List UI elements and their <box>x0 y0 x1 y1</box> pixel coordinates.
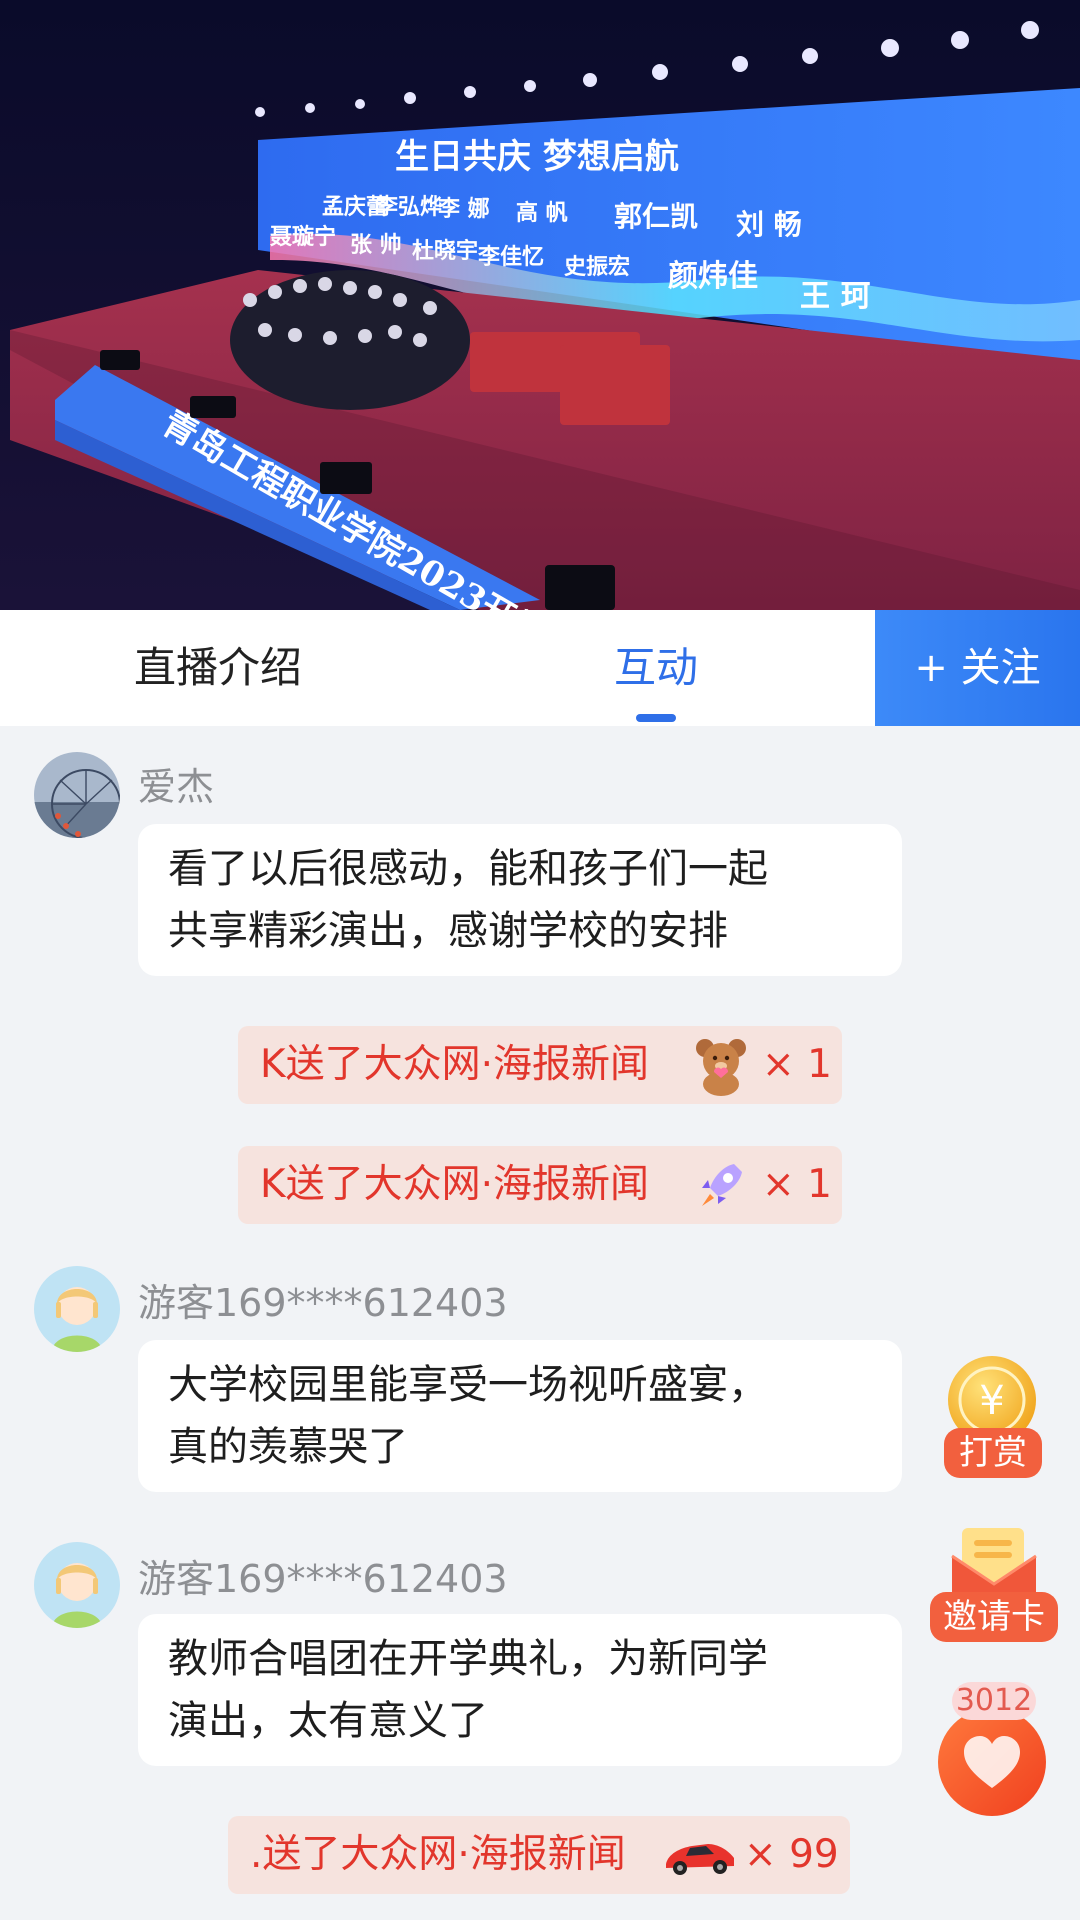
message-line: 大学校园里能享受一场视听盛宴， <box>168 1362 768 1408</box>
banner-name: 张 帅 <box>350 232 402 258</box>
rocket-icon <box>702 1164 742 1206</box>
message-bubble[interactable]: 教师合唱团在开学典礼，为新同学 演出，太有意义了 <box>138 1614 902 1766</box>
gift-notice: .送了大众网·海报新闻 × 99 <box>228 1816 850 1894</box>
banner-name: 李 娜 <box>437 196 490 222</box>
gift-text: .送了大众网·海报新闻 <box>250 1832 626 1877</box>
gift-notice: K送了大众网·海报新闻 × 1 <box>238 1026 842 1104</box>
gift-count: × 1 <box>762 1042 832 1087</box>
invite-card-button[interactable]: 邀请卡 <box>930 1526 1058 1646</box>
like-button[interactable] <box>936 1706 1048 1818</box>
message-line: 演出，太有意义了 <box>168 1698 488 1744</box>
gift-text: K送了大众网·海报新闻 <box>260 1162 649 1207</box>
banner-name: 颜炜佳 <box>668 259 758 294</box>
coin-glyph: ¥ <box>979 1378 1004 1424</box>
gift-text: K送了大众网·海报新闻 <box>260 1042 649 1087</box>
banner-title: 生日共庆 梦想启航 <box>395 137 679 177</box>
gift-count: × 99 <box>744 1832 839 1877</box>
message-line: 真的羡慕哭了 <box>168 1424 408 1470</box>
sports-car-icon <box>666 1844 734 1875</box>
tab-live-intro[interactable]: 直播介绍 <box>134 610 302 726</box>
heart-icon <box>938 1708 1046 1816</box>
username: 爱杰 <box>138 765 215 809</box>
banner-name: 聂璇宁 <box>269 224 336 250</box>
username: 游客169****612403 <box>138 1557 508 1601</box>
live-video-player[interactable]: 生日共庆 梦想启航 孟庆蕾 李弘烨李 娜高 帆郭仁凯刘 畅 聂璇宁张 帅杜晓宇 李佳… <box>0 0 1080 610</box>
banner-name: 王 珂 <box>800 279 870 314</box>
reward-button[interactable]: ¥ 打赏 <box>944 1354 1048 1478</box>
teddy-bear-icon <box>696 1039 746 1096</box>
like-count-badge: 3012 <box>952 1682 1036 1720</box>
banner-name: 杜晓宇 <box>412 238 478 264</box>
tab-bar: 直播介绍 互动 + 关注 <box>0 610 1080 726</box>
message-bubble[interactable]: 看了以后很感动，能和孩子们一起 共享精彩演出，感谢学校的安排 <box>138 824 902 976</box>
banner-name: 高 帆 <box>516 200 568 226</box>
gift-count: × 1 <box>762 1162 832 1207</box>
banner-name: 李佳忆 <box>477 244 544 270</box>
banner-name: 史振宏 <box>564 254 630 280</box>
username: 游客169****612403 <box>138 1281 508 1325</box>
message-line: 共享精彩演出，感谢学校的安排 <box>168 908 728 954</box>
banner-name: 刘 畅 <box>736 208 802 241</box>
invite-label: 邀请卡 <box>930 1592 1058 1642</box>
avatar[interactable] <box>34 752 120 838</box>
banner-name: 郭仁凯 <box>614 200 698 233</box>
reward-label: 打赏 <box>944 1428 1042 1478</box>
message-line: 看了以后很感动，能和孩子们一起 <box>168 846 768 892</box>
message-bubble[interactable]: 大学校园里能享受一场视听盛宴， 真的羡慕哭了 <box>138 1340 902 1492</box>
tab-interact[interactable]: 互动 <box>614 610 698 726</box>
message-line: 教师合唱团在开学典礼，为新同学 <box>168 1636 768 1682</box>
avatar[interactable] <box>34 1266 120 1352</box>
follow-button[interactable]: + 关注 <box>875 610 1080 726</box>
avatar[interactable] <box>34 1542 120 1628</box>
active-tab-indicator <box>636 714 676 722</box>
gift-notice: K送了大众网·海报新闻 × 1 <box>238 1146 842 1224</box>
banner-name: 李弘烨 <box>375 194 442 220</box>
